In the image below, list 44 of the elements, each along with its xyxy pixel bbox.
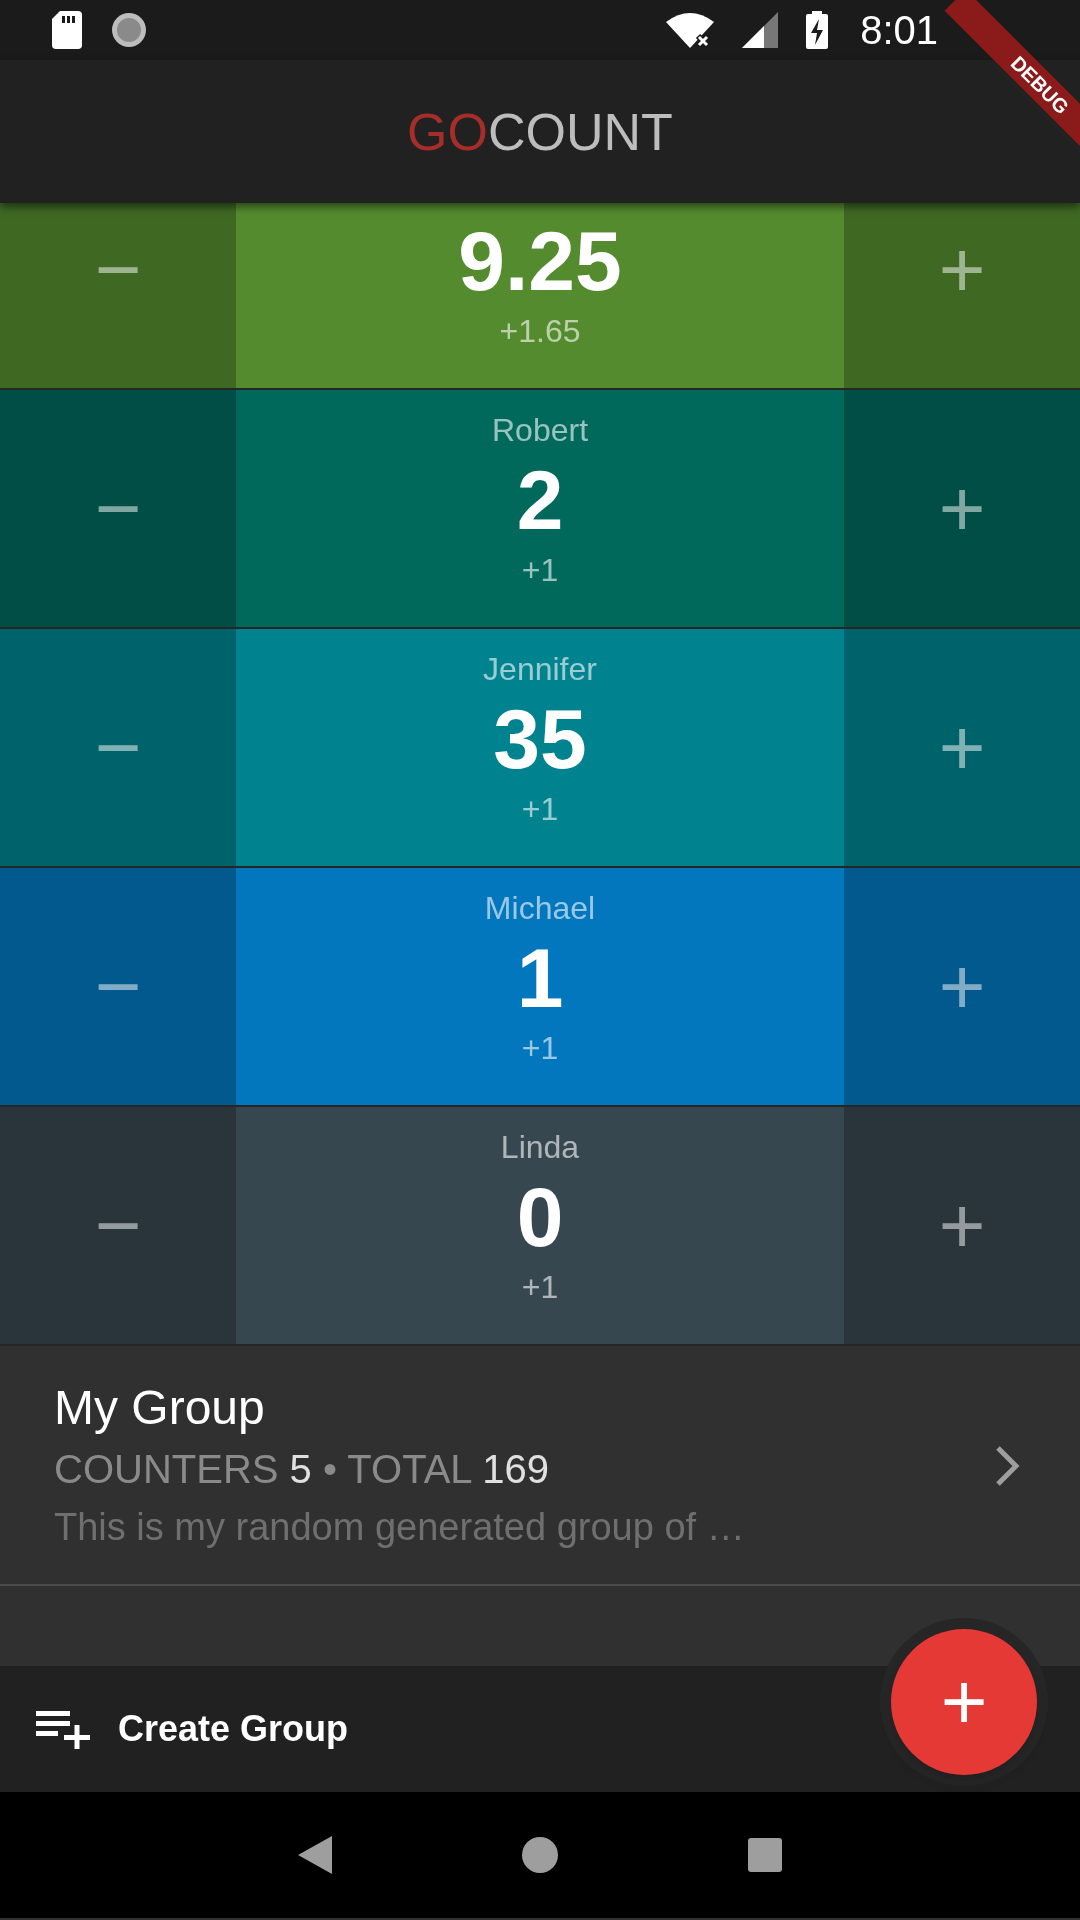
counter-panel[interactable]: Michael 1 +1: [236, 868, 844, 1105]
app-title: GOCOUNT: [407, 101, 673, 163]
group-stats: COUNTERS 5 • TOTAL 169: [54, 1445, 550, 1493]
counter-name: Jennifer: [483, 650, 597, 689]
wifi-off-icon: [666, 12, 715, 48]
counter-name: Michael: [484, 889, 596, 928]
counter-panel[interactable]: Robert 2 +1: [236, 390, 844, 627]
add-fab[interactable]: +: [891, 1629, 1037, 1775]
counter-panel[interactable]: Jennifer 35 +1: [236, 629, 844, 866]
counter-value: 35: [493, 691, 587, 788]
counter-panel[interactable]: Linda 0 +1: [236, 1107, 844, 1344]
counter-value: 2: [516, 452, 564, 549]
counter-name: Linda: [500, 1128, 580, 1167]
plus-button[interactable]: +: [844, 1107, 1080, 1344]
minus-button[interactable]: −: [0, 390, 236, 627]
minus-button[interactable]: −: [0, 1107, 236, 1344]
counter-value: 0: [516, 1169, 564, 1266]
increment-step: +1.65: [499, 311, 581, 351]
counter-value: 9.25: [458, 213, 622, 310]
increment-step: +1: [521, 789, 559, 829]
plus-button[interactable]: +: [844, 390, 1080, 627]
signal-icon: [742, 12, 779, 48]
sd-card-icon: [52, 11, 82, 49]
plus-button[interactable]: +: [844, 868, 1080, 1105]
plus-button[interactable]: +: [844, 629, 1080, 866]
increment-step: +1: [521, 1028, 559, 1068]
chevron-right-icon[interactable]: [994, 1443, 1020, 1488]
increment-step: +1: [521, 1267, 559, 1307]
minus-button[interactable]: −: [0, 203, 236, 388]
back-icon[interactable]: [298, 1836, 332, 1874]
status-time: 8:01: [860, 7, 938, 54]
home-icon[interactable]: [522, 1837, 558, 1873]
minus-button[interactable]: −: [0, 629, 236, 866]
counter-panel[interactable]: 9.25 +1.65: [236, 203, 844, 388]
plus-button[interactable]: +: [844, 203, 1080, 388]
increment-step: +1: [521, 550, 559, 590]
playlist-add-icon: [36, 1709, 90, 1749]
counter-value: 1: [516, 930, 564, 1027]
create-group-button[interactable]: Create Group: [36, 1702, 349, 1756]
battery-charging-icon: [806, 11, 829, 49]
minus-button[interactable]: −: [0, 868, 236, 1105]
group-title: My Group: [54, 1379, 266, 1436]
counter-name: Robert: [491, 411, 588, 450]
group-description: This is my random generated group of …: [54, 1504, 746, 1550]
